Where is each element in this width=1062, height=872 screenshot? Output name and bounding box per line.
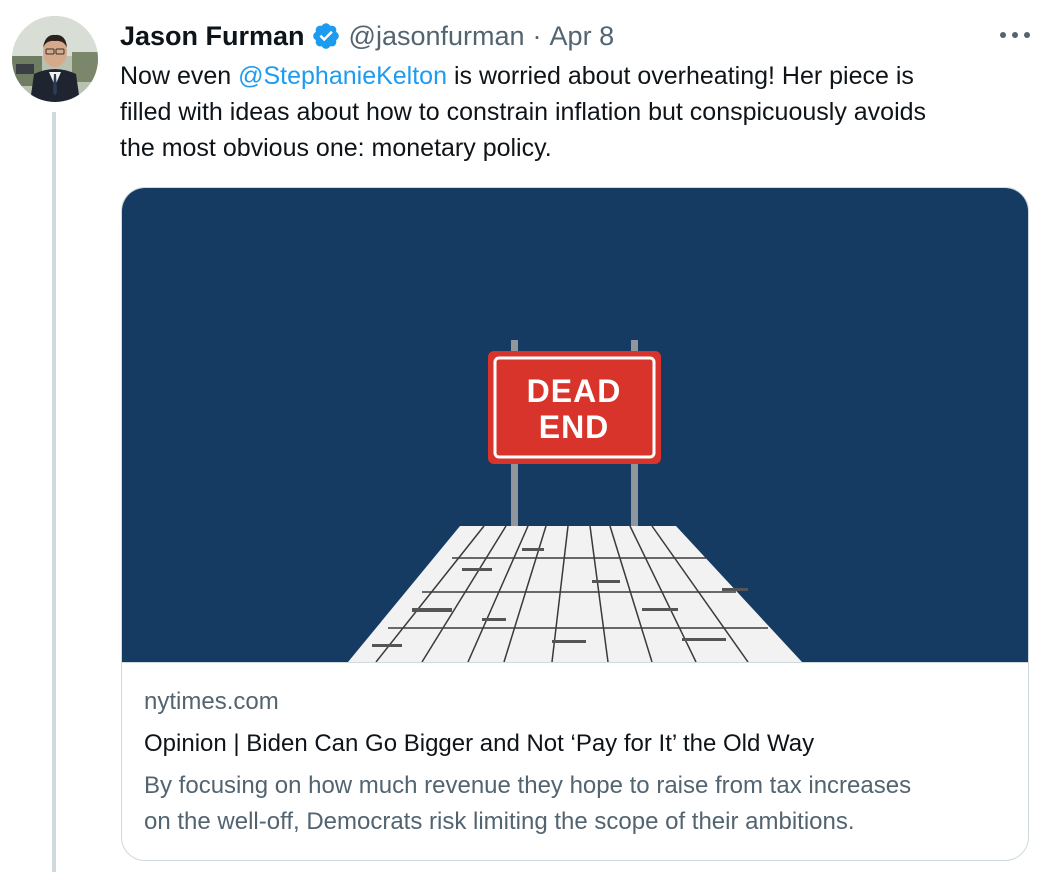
sign-text-line-2: END <box>539 409 610 445</box>
card-title: Opinion | Biden Can Go Bigger and Not ‘P… <box>144 730 815 757</box>
author-handle[interactable]: @jasonfurman <box>349 21 525 52</box>
tweet-text-line1-after: is worried about overheating! Her piece … <box>447 62 914 90</box>
card-domain: nytimes.com <box>144 688 279 715</box>
sign-text-line-1: DEAD <box>527 373 622 409</box>
tweet-body: Now even @StephanieKelton is worried abo… <box>120 58 1030 166</box>
tweet-text-line-2: filled with ideas about how to constrain… <box>120 98 927 126</box>
link-preview-card[interactable]: DEAD END nytimes.com Opinion | Biden Can… <box>121 187 1029 861</box>
tweet-text-line1-before: Now even <box>120 62 239 90</box>
card-image: DEAD END <box>122 188 1028 663</box>
tweet-text-line-1: Now even @StephanieKelton is worried abo… <box>120 58 1030 94</box>
tweet-text-line-3: the most obvious one: monetary policy. <box>120 134 552 162</box>
card-description-line-1: By focusing on how much revenue they hop… <box>144 772 912 799</box>
header-separator: · <box>532 20 542 51</box>
thread-connector-line <box>52 112 56 872</box>
mention-link[interactable]: @StephanieKelton <box>238 62 447 90</box>
more-options-button[interactable] <box>998 20 1032 50</box>
tweet-header: Jason Furman @jasonfurman · Apr 8 <box>120 18 614 54</box>
card-description-line-2: on the well-off, Democrats risk limiting… <box>144 808 855 835</box>
author-avatar[interactable] <box>12 16 98 102</box>
avatar-photo <box>12 16 98 102</box>
verified-badge-icon <box>311 21 341 51</box>
more-dots-icon <box>1000 32 1030 38</box>
card-description: By focusing on how much revenue they hop… <box>144 768 1014 840</box>
author-display-name[interactable]: Jason Furman <box>120 21 305 52</box>
tweet-date[interactable]: Apr 8 <box>550 21 615 52</box>
